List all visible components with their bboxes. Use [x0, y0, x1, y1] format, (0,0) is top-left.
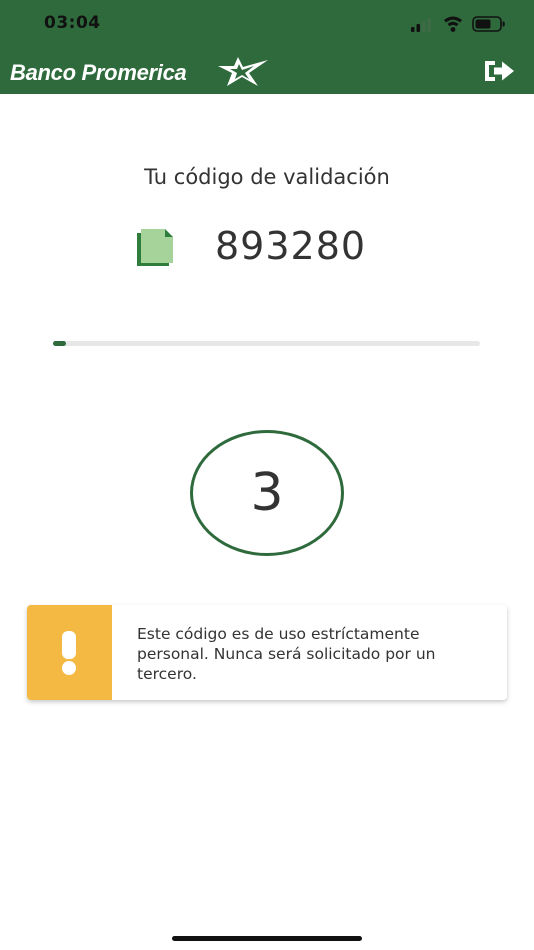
copy-icon[interactable]: [136, 229, 176, 267]
notice-icon-box: [27, 605, 112, 700]
logout-icon[interactable]: [482, 58, 516, 84]
security-notice: Este código es de uso estríctamente pers…: [27, 605, 507, 700]
countdown-timer: 3: [190, 430, 344, 556]
notice-text: Este código es de uso estríctamente pers…: [137, 625, 436, 683]
status-bar-icons: [411, 16, 505, 32]
timer-progress-bar: [53, 341, 480, 346]
brand-name: Banco Promerica: [10, 60, 187, 85]
cellular-signal-icon: [411, 18, 431, 32]
timer-progress-fill: [53, 341, 66, 346]
validation-code: 893280: [215, 224, 367, 268]
validation-title: Tu código de validación: [144, 165, 390, 189]
wifi-icon: [444, 16, 462, 32]
exclamation-icon: [62, 631, 76, 675]
star-icon: [218, 57, 268, 86]
status-bar-time: 03:04: [44, 13, 101, 33]
home-indicator[interactable]: [172, 936, 362, 941]
battery-icon: [472, 16, 505, 32]
app-header: 03:04 Banco Promerica: [0, 0, 534, 94]
